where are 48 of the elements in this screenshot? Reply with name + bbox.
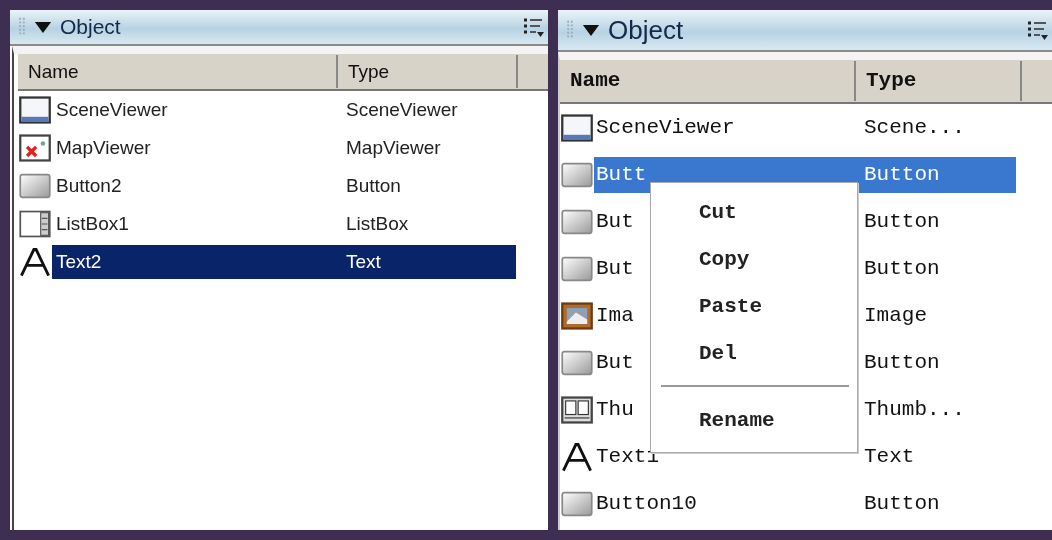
map-viewer-icon [18,133,52,163]
collapse-triangle-icon[interactable] [34,20,52,34]
menu-item[interactable]: Rename [651,397,857,444]
menu-item[interactable]: Paste [651,283,857,330]
options-menu-icon[interactable] [522,16,544,38]
column-header[interactable]: Type [856,61,1022,101]
type-cell: Text [346,251,381,273]
name-cell: ListBox1 [56,213,129,234]
scene-viewer-icon [18,95,52,125]
type-cell: Text [864,445,915,468]
type-cell: MapViewer [346,137,441,159]
selected-row[interactable]: Text2 Text [52,245,516,279]
letter-a-icon [560,441,594,472]
type-cell: SceneViewer [346,99,458,121]
name-cell: But [596,351,634,374]
name-cell: Butt [596,163,647,186]
column-header[interactable]: Name [560,61,856,101]
type-cell: Button [346,175,401,197]
name-cell: Text2 [56,251,102,272]
panel-title: Object [60,15,122,39]
menu-item[interactable]: Del [651,330,857,377]
list-row[interactable]: SceneViewer SceneViewer [52,93,516,127]
letter-a-icon [18,247,52,277]
column-header[interactable]: Name [18,55,338,88]
type-cell: ListBox [346,213,409,235]
type-cell: Thumb... [864,398,965,421]
list-row[interactable]: Button10 Button [594,485,1016,522]
name-cell: SceneViewer [56,99,168,120]
name-cell: MapViewer [56,137,151,158]
list-row[interactable]: MapViewer MapViewer [52,131,516,165]
name-cell: SceneViewer [596,116,735,139]
list-row[interactable]: Button2 Button [52,169,516,203]
type-cell: Button [864,163,940,186]
name-cell: Button10 [596,492,697,515]
list-box-icon [18,209,52,239]
type-cell: Button [864,492,940,515]
name-cell: Button2 [56,175,122,196]
name-cell: Thu [596,398,634,421]
options-menu-icon[interactable] [1026,19,1048,41]
column-header[interactable]: Type [338,55,518,88]
collapse-triangle-icon[interactable] [582,23,600,37]
panel-title: Object [608,14,685,46]
button-icon [18,171,52,201]
menu-item[interactable]: Copy [651,236,857,283]
type-cell: Button [864,351,940,374]
list-row[interactable]: SceneViewer Scene... [594,109,1016,146]
type-cell: Scene... [864,116,965,139]
list-row[interactable]: ListBox1 ListBox [52,207,516,241]
